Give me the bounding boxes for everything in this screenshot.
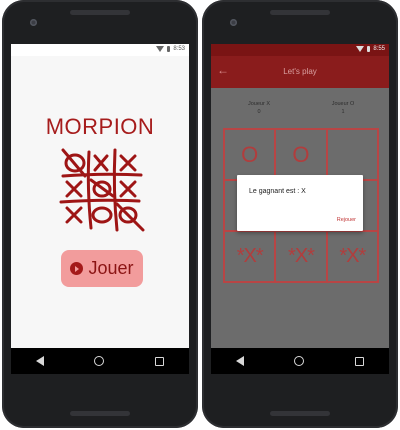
wifi-icon [156, 46, 165, 52]
winner-message: Le gagnant est : X [249, 188, 306, 195]
player-o-score: Joueur O 1 [313, 100, 373, 116]
bottom-speaker [270, 411, 330, 416]
android-nav-bar [211, 348, 389, 374]
play-button-label: Jouer [88, 258, 134, 278]
status-time: 8:55 [373, 46, 385, 52]
page-title: MORPION [45, 114, 155, 139]
nav-home-icon[interactable] [294, 356, 305, 366]
player-x-score: Joueur X 0 [229, 100, 289, 116]
front-camera [30, 19, 37, 26]
nav-recents-icon[interactable] [354, 356, 364, 366]
board-cell[interactable]: *X* [224, 231, 276, 282]
earpiece-speaker [70, 10, 130, 15]
nav-back-icon[interactable] [236, 356, 245, 366]
board-cell[interactable] [326, 129, 378, 180]
board-cell[interactable]: O [224, 129, 276, 180]
player-x-value: 0 [257, 109, 261, 115]
replay-button[interactable]: Rejouer [337, 217, 356, 223]
bottom-speaker [70, 411, 130, 416]
game-screen: 8:55 ← Let's play Joueur X 0 Joueur O 1 … [211, 44, 389, 374]
phone-frame-left: 8:53 MORPION Jouer [2, 0, 198, 428]
winner-dialog: Le gagnant est : X Rejouer [237, 175, 363, 231]
earpiece-speaker [270, 10, 330, 15]
android-nav-bar [11, 348, 189, 374]
player-o-label: Joueur O [331, 101, 355, 107]
play-circle-icon [70, 262, 84, 275]
player-x-label: Joueur X [247, 101, 270, 107]
home-screen: 8:53 MORPION Jouer [11, 44, 189, 374]
play-button[interactable]: Jouer [61, 250, 143, 287]
front-camera [230, 19, 237, 26]
status-bar: 8:55 [211, 44, 389, 56]
battery-icon [367, 46, 371, 52]
nav-back-icon[interactable] [36, 356, 45, 366]
phone-frame-right: 8:55 ← Let's play Joueur X 0 Joueur O 1 … [202, 0, 398, 428]
status-bar: 8:53 [11, 44, 189, 56]
tic-tac-toe-logo [51, 148, 151, 232]
nav-home-icon[interactable] [94, 356, 105, 366]
board-cell[interactable]: O [275, 129, 327, 180]
nav-recents-icon[interactable] [154, 356, 164, 366]
app-bar: ← Let's play [211, 56, 389, 88]
battery-icon [167, 46, 171, 52]
status-time: 8:53 [173, 46, 185, 52]
wifi-icon [356, 46, 365, 52]
app-bar-title: Let's play [283, 67, 317, 76]
player-o-value: 1 [341, 109, 345, 115]
board-cell[interactable]: *X* [275, 231, 327, 282]
board-cell[interactable]: *X* [326, 231, 378, 282]
